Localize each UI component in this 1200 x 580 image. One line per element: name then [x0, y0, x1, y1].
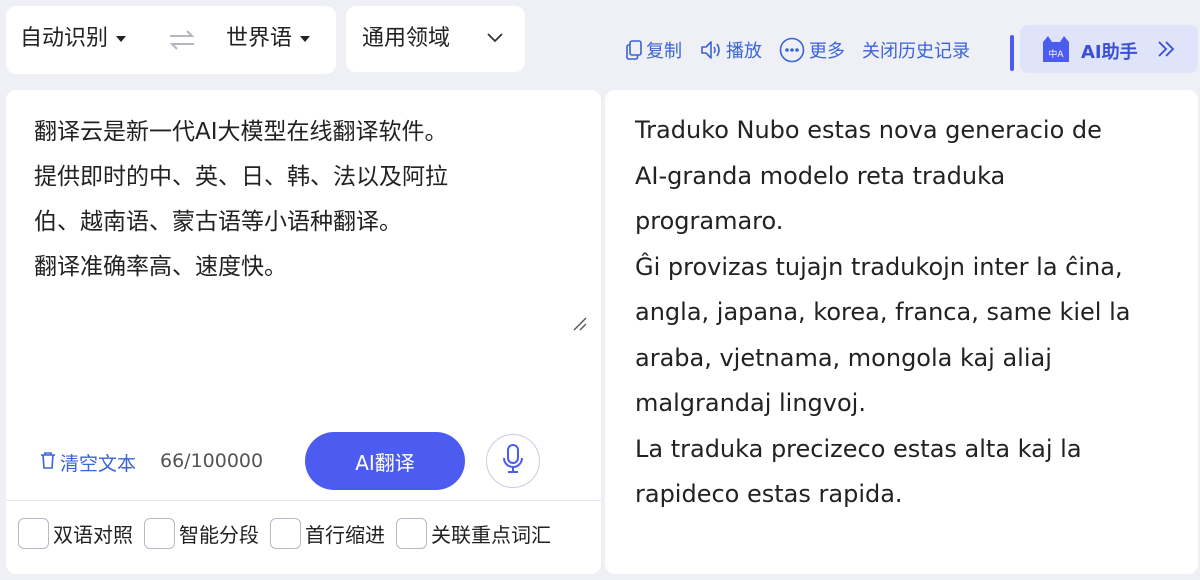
checkbox[interactable] — [270, 517, 301, 549]
clear-text-button[interactable]: 清空文本 — [40, 449, 136, 476]
swap-languages-icon[interactable] — [168, 28, 196, 56]
ai-badge-text: 中A — [1048, 48, 1064, 60]
source-line: 翻译准确率高、速度快。 — [34, 254, 287, 280]
option-label: 智能分段 — [179, 522, 259, 547]
checkbox[interactable] — [18, 517, 49, 549]
target-line: araba, vjetnama, mongola kaj aliaj — [635, 343, 1052, 372]
checkbox[interactable] — [144, 517, 175, 549]
ai-assistant-label: AI助手 — [1081, 42, 1138, 63]
ai-translate-label: AI翻译 — [355, 450, 415, 475]
source-text-input[interactable]: 翻译云是新一代AI大模型在线翻译软件。 提供即时的中、英、日、韩、法以及阿拉 伯… — [34, 110, 574, 290]
target-line: Traduko Nubo estas nova generacio de — [635, 116, 1102, 144]
target-language-label: 世界语 — [226, 26, 293, 51]
chevron-down-icon — [486, 30, 504, 49]
target-line: programaro. — [635, 207, 784, 235]
target-line: malgrandaj lingvoj. — [635, 389, 866, 417]
option-first-line-indent[interactable]: 首行缩进 — [270, 516, 385, 550]
clear-text-label: 清空文本 — [60, 453, 137, 475]
ai-assistant-icon: 中A — [1040, 34, 1072, 68]
chevron-down-icon — [300, 36, 311, 42]
microphone-icon — [501, 443, 525, 479]
domain-select[interactable]: 通用领域 — [346, 6, 525, 72]
trash-icon — [40, 450, 56, 475]
source-language-select[interactable]: 自动识别 — [20, 26, 127, 51]
option-label: 双语对照 — [53, 522, 133, 547]
character-count: 66/100000 — [160, 450, 264, 472]
target-line: angla, japana, korea, franca, same kiel … — [635, 298, 1131, 326]
toolbar-divider — [1010, 35, 1014, 71]
language-selector: 自动识别 世界语 — [6, 6, 336, 74]
more-dots-icon — [779, 37, 805, 63]
ai-translate-button[interactable]: AI翻译 — [305, 432, 465, 490]
copy-button[interactable]: 复制 — [626, 38, 682, 62]
close-history-label: 关闭历史记录 — [862, 41, 970, 62]
speaker-icon — [700, 40, 722, 60]
option-label: 关联重点词汇 — [431, 522, 551, 547]
play-button[interactable]: 播放 — [700, 38, 762, 62]
checkbox[interactable] — [396, 517, 427, 549]
close-history-button[interactable]: 关闭历史记录 — [862, 38, 970, 62]
chevron-down-icon — [116, 36, 127, 42]
target-line: rapideco estas rapida. — [635, 480, 903, 508]
resize-handle[interactable] — [572, 316, 588, 336]
source-line: 提供即时的中、英、日、韩、法以及阿拉 — [34, 164, 448, 190]
target-line: La traduka precizeco estas alta kaj la — [635, 434, 1082, 463]
options-divider — [6, 500, 601, 501]
more-label: 更多 — [809, 41, 845, 62]
translation-output: Traduko Nubo estas nova generacio de AI-… — [635, 108, 1190, 518]
option-smart-segment[interactable]: 智能分段 — [144, 516, 259, 550]
copy-icon — [626, 40, 642, 60]
option-bilingual[interactable]: 双语对照 — [18, 516, 133, 550]
more-button[interactable]: 更多 — [779, 37, 845, 63]
source-language-label: 自动识别 — [20, 26, 109, 51]
target-language-select[interactable]: 世界语 — [226, 26, 311, 51]
option-key-vocabulary[interactable]: 关联重点词汇 — [396, 516, 551, 550]
ai-assistant-button[interactable]: 中A AI助手 — [1020, 25, 1198, 73]
source-line: 翻译云是新一代AI大模型在线翻译软件。 — [34, 119, 448, 145]
option-label: 首行缩进 — [305, 522, 385, 547]
domain-label: 通用领域 — [362, 26, 451, 51]
voice-input-button[interactable] — [486, 434, 540, 488]
source-line: 伯、越南语、蒙古语等小语种翻译。 — [34, 209, 402, 235]
double-chevron-right-icon — [1156, 40, 1176, 62]
play-label: 播放 — [726, 41, 762, 62]
target-line: AI-granda modelo reta traduka — [635, 161, 1006, 190]
target-line: Ĝi provizas tujajn tradukojn inter la ĉi… — [635, 252, 1123, 281]
copy-label: 复制 — [646, 41, 682, 62]
